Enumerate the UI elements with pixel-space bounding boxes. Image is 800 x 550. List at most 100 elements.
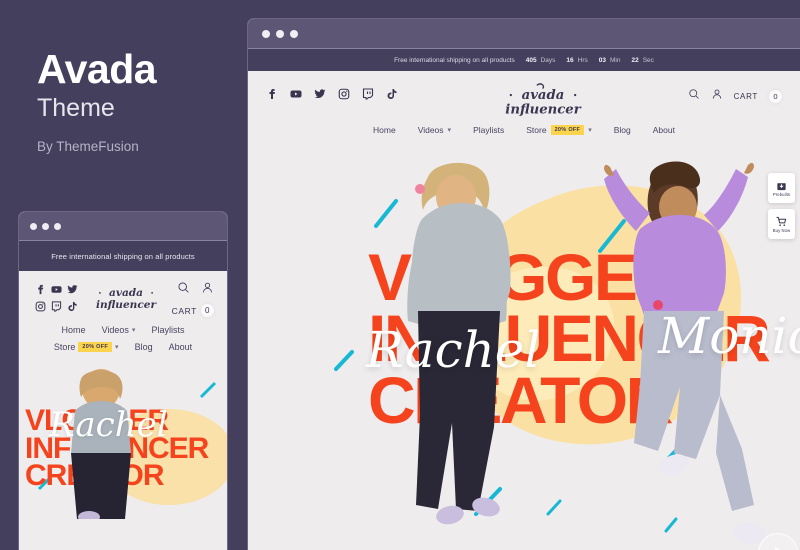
nav-item-playlists[interactable]: Playlists — [151, 325, 184, 335]
nav-label: About — [652, 125, 675, 135]
countdown-value: 03 — [598, 56, 606, 64]
mobile-announcement-bar: Free international shipping on all produ… — [19, 241, 227, 271]
account-icon[interactable] — [201, 281, 214, 299]
mobile-titlebar — [19, 212, 227, 241]
announcement-text: Free international shipping on all produ… — [51, 251, 195, 261]
nav-label: Home — [373, 125, 396, 135]
countdown-minutes: 03 Min — [599, 57, 621, 64]
prebuilts-label: Prebuilts — [772, 191, 791, 197]
nav-item-home[interactable]: Home — [373, 125, 396, 135]
cart-label[interactable]: CART — [734, 92, 758, 101]
nav-item-store[interactable]: Store 20% OFF ▾ — [54, 342, 119, 352]
cart-count-badge: 0 — [200, 304, 214, 317]
twitter-icon[interactable] — [314, 87, 326, 105]
minimize-dot[interactable] — [42, 222, 49, 230]
nav-label: Videos — [417, 125, 444, 135]
youtube-icon[interactable] — [290, 87, 302, 105]
cart-link[interactable]: CART 0 — [172, 304, 214, 317]
desktop-utility-area: CART 0 — [688, 83, 782, 105]
buy-now-button[interactable]: Buy Now — [768, 209, 795, 239]
nav-label: Videos — [101, 325, 129, 335]
cart-count-badge: 0 — [769, 89, 782, 103]
nav-item-playlists[interactable]: Playlists — [473, 125, 504, 135]
chevron-down-icon: ▾ — [447, 127, 452, 134]
brand-line1: avada — [521, 88, 564, 103]
info-panel: Avada Theme By ThemeFusion Free internat… — [0, 0, 246, 550]
mobile-utility-area: CART 0 — [172, 281, 214, 317]
countdown-seconds: 22 Sec — [631, 57, 653, 64]
countdown-hours: 16 Hrs — [566, 57, 587, 64]
prebuilts-button[interactable]: Prebuilts — [768, 173, 795, 203]
nav-label: Blog — [134, 342, 153, 352]
desktop-titlebar — [248, 19, 800, 49]
nav-item-blog[interactable]: Blog — [614, 125, 631, 135]
countdown-value: 405 — [525, 56, 537, 64]
mobile-preview-window: Free international shipping on all produ… — [18, 211, 228, 550]
youtube-icon[interactable] — [50, 282, 62, 300]
nav-item-store[interactable]: Store 20% OFF ▾ — [526, 125, 592, 135]
page-author: By ThemeFusion — [37, 138, 139, 154]
mobile-site-header: avada influencer CART 0 — [19, 271, 227, 321]
title-block: Avada Theme By ThemeFusion — [37, 46, 237, 154]
nav-item-home[interactable]: Home — [62, 325, 86, 335]
twitch-icon[interactable] — [51, 299, 62, 317]
countdown-days: 405 Days — [526, 57, 556, 64]
page-title: Avada — [37, 46, 157, 92]
twitch-icon[interactable] — [362, 87, 374, 105]
brand-logo[interactable]: avada influencer — [502, 83, 584, 121]
cart-label: CART — [171, 305, 197, 316]
close-dot[interactable] — [30, 222, 37, 230]
twitter-icon[interactable] — [66, 282, 78, 300]
floating-action-buttons: Prebuilts Buy Now — [768, 173, 795, 239]
buy-now-label: Buy Now — [772, 227, 791, 233]
brand-logo[interactable]: avada influencer — [92, 284, 160, 314]
countdown-label: Sec — [642, 56, 654, 64]
countdown-label: Days — [540, 56, 556, 64]
facebook-icon[interactable] — [266, 87, 278, 105]
facebook-icon[interactable] — [35, 282, 46, 300]
discount-badge: 20% OFF — [550, 125, 585, 135]
hero-section: VLOGGER INFLUENCER CREATOR Rachel Moni — [248, 159, 800, 550]
account-icon[interactable] — [711, 87, 723, 105]
mobile-hero-script-name: Rachel — [49, 405, 168, 445]
countdown-label: Hrs — [577, 56, 588, 64]
page-subtitle: Theme — [37, 94, 115, 123]
chevron-down-icon: ▾ — [588, 127, 592, 134]
nav-label: Playlists — [473, 125, 505, 135]
desktop-social-links — [266, 83, 398, 105]
instagram-icon[interactable] — [338, 87, 350, 105]
desktop-announcement-bar: Free international shipping on all produ… — [248, 49, 800, 71]
countdown-label: Min — [610, 56, 621, 64]
instagram-icon[interactable] — [35, 299, 46, 317]
chevron-down-icon: ▾ — [115, 344, 119, 351]
chevron-down-icon: ▾ — [131, 327, 136, 334]
cart-icon — [776, 216, 787, 226]
nav-item-about[interactable]: About — [653, 125, 675, 135]
mobile-main-nav: Home Videos ▾ Playlists Store 20% OFF ▾ Blo… — [19, 325, 227, 352]
nav-label: Playlists — [151, 325, 185, 335]
desktop-preview-window: Free international shipping on all produ… — [247, 18, 800, 550]
tiktok-icon[interactable] — [67, 299, 78, 317]
brand-line1: avada — [109, 287, 143, 299]
nav-item-about[interactable]: About — [169, 342, 193, 352]
desktop-main-nav: Home Videos ▾ Playlists Store 20% OFF ▾ Blo… — [248, 125, 800, 135]
nav-item-videos[interactable]: Videos ▾ — [418, 125, 451, 135]
brand-line2: influencer — [505, 102, 581, 117]
maximize-dot[interactable] — [54, 222, 61, 230]
search-icon[interactable] — [688, 87, 700, 105]
nav-label: Store — [53, 342, 76, 352]
minimize-dot[interactable] — [276, 29, 284, 38]
mobile-hero-section: VLOGGER INFLUENCER CREATOR Rachel — [19, 361, 227, 519]
prebuilts-icon — [777, 182, 786, 190]
desktop-site-body: VLOGGER INFLUENCER CREATOR Rachel Moni a… — [248, 71, 800, 550]
desktop-site-header: avada influencer CART 0 — [248, 71, 800, 121]
maximize-dot[interactable] — [290, 29, 298, 38]
mobile-site-body: avada influencer CART 0 Home Videos ▾ Pl… — [19, 271, 227, 550]
nav-label: Blog — [613, 125, 631, 135]
tiktok-icon[interactable] — [386, 87, 398, 105]
close-dot[interactable] — [262, 29, 270, 38]
nav-item-videos[interactable]: Videos ▾ — [102, 325, 136, 335]
search-icon[interactable] — [177, 281, 190, 299]
countdown-value: 22 — [631, 56, 639, 64]
nav-item-blog[interactable]: Blog — [135, 342, 153, 352]
